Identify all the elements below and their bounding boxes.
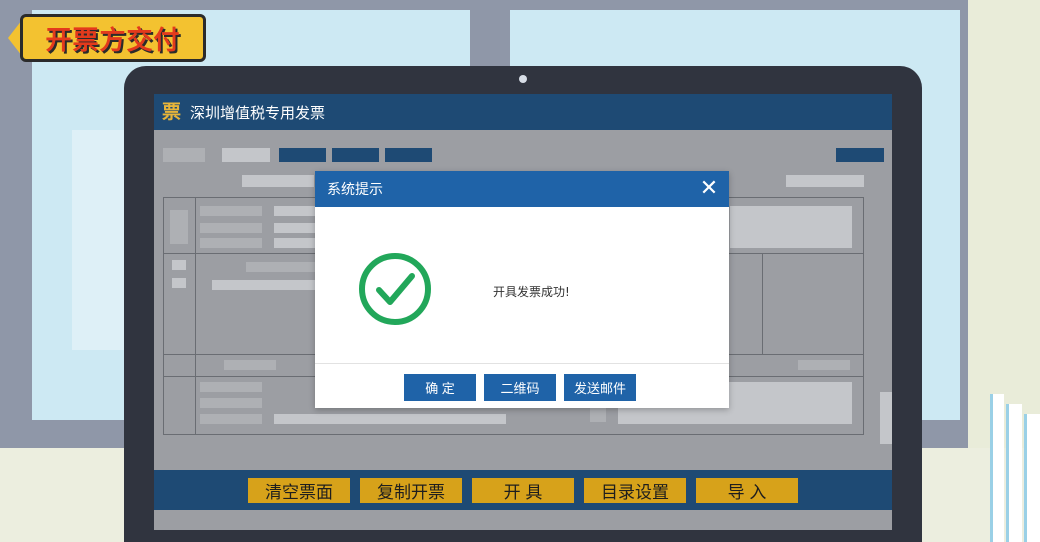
catalog-settings-button[interactable]: 目录设置 xyxy=(584,478,686,503)
dialog-message: 开具发票成功! xyxy=(493,285,570,299)
scroll-track[interactable] xyxy=(880,392,892,444)
invoice-logo-icon: 票 xyxy=(162,101,182,123)
confirm-button[interactable]: 确 定 xyxy=(404,374,476,401)
toolbar-tab[interactable] xyxy=(279,148,326,162)
system-prompt-dialog: 系统提示 ✕ 开具发票成功! 确 定 二维码 发送邮件 xyxy=(315,171,729,408)
toolbar-tab[interactable] xyxy=(332,148,379,162)
form-field-placeholder xyxy=(242,175,314,187)
copy-invoice-button[interactable]: 复制开票 xyxy=(360,478,462,503)
success-check-icon xyxy=(359,253,431,325)
app-title-bar: 票 深圳增值税专用发票 xyxy=(154,94,892,130)
camera-icon xyxy=(519,75,527,83)
clear-invoice-button[interactable]: 清空票面 xyxy=(248,478,350,503)
binder-decoration xyxy=(1006,404,1022,542)
qrcode-button[interactable]: 二维码 xyxy=(484,374,556,401)
ribbon-tag: 开票方交付 xyxy=(20,14,206,62)
toolbar-tab[interactable] xyxy=(836,148,884,162)
app-title: 深圳增值税专用发票 xyxy=(190,103,326,122)
form-field-placeholder xyxy=(786,175,864,187)
ribbon-label: 开票方交付 xyxy=(45,25,181,56)
import-button[interactable]: 导 入 xyxy=(696,478,798,503)
dialog-header: 系统提示 xyxy=(315,171,729,207)
section-ribbon: 开票方交付 xyxy=(8,14,206,62)
send-email-button[interactable]: 发送邮件 xyxy=(564,374,636,401)
binder-decoration xyxy=(1024,414,1040,542)
dialog-divider xyxy=(315,363,729,364)
binder-decoration xyxy=(990,394,1004,542)
toolbar-tab[interactable] xyxy=(385,148,432,162)
dialog-title: 系统提示 xyxy=(327,182,383,198)
toolbar-placeholder xyxy=(163,148,205,162)
toolbar-placeholder xyxy=(222,148,270,162)
close-icon[interactable]: ✕ xyxy=(695,175,723,203)
issue-invoice-button[interactable]: 开 具 xyxy=(472,478,574,503)
